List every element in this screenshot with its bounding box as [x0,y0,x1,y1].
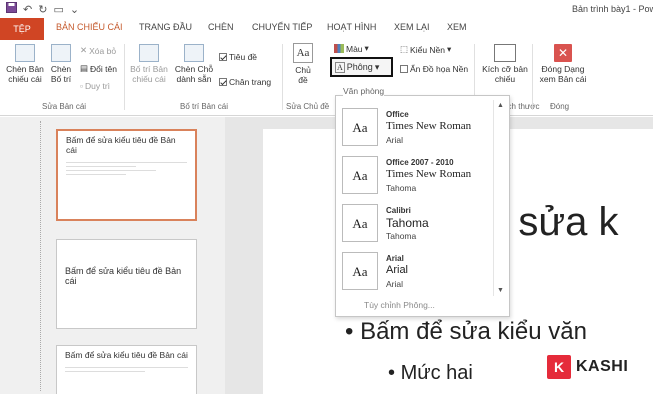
ribbon: Chèn Bản chiếu cái Chèn Bố trí ✕ Xóa bỏ ▤… [0,40,653,116]
font-option-calibri[interactable]: Aa Calibri Tahoma Tahoma [340,200,490,248]
rename-icon: ▤ [80,63,89,73]
thumbnail-title: Bấm để sửa kiểu tiêu đề Bản cái [65,266,182,286]
rename-button[interactable]: ▤ Đổi tên [80,63,117,74]
insert-placeholder-button[interactable]: Chèn Chỗ dành sẵn [172,44,216,84]
footer-checkbox[interactable]: Chân trang [219,77,271,87]
checkbox-icon [219,53,227,61]
font-preview-icon: Aa [342,252,378,290]
insert-slide-master-button[interactable]: Chèn Bản chiếu cái [3,44,47,84]
delete-button[interactable]: ✕ Xóa bỏ [80,45,116,56]
placeholder-icon [184,44,204,62]
font-option-office[interactable]: Aa Office Times New Roman Arial [340,104,490,152]
colors-button[interactable]: Màu ▾ [334,43,369,54]
chevron-down-icon: ▾ [364,43,369,53]
tab-slide-master[interactable]: BẢN CHIẾU CÁI [56,22,123,32]
slide-bullet-level2[interactable]: • Mức hai [388,362,473,385]
tab-insert[interactable]: CHÈN [208,22,234,32]
fonts-button[interactable]: A Phông ▾ [330,57,393,77]
kashi-logo: K KASHI [547,355,628,379]
tab-file[interactable]: TỆP [0,18,44,40]
ribbon-separator [532,44,533,110]
title-bar: ↶ ↻ ▭ ⌄ Bản trình bày1 - Pow [0,0,653,18]
font-option-arial[interactable]: Aa Arial Arial Arial [340,248,490,296]
font-option-office-2007[interactable]: Aa Office 2007 - 2010 Times New Roman Ta… [340,152,490,200]
chevron-down-icon: ▾ [374,61,380,72]
tab-animations[interactable]: HOẠT HÌNH [327,22,376,32]
group-label-theme: Sửa Chủ đề [286,102,330,111]
thumbnail-layout-content[interactable]: Bấm để sửa kiểu tiêu đề Bản cái [56,345,197,394]
group-label-close: Đóng [550,102,570,111]
chevron-down-icon: ▾ [447,44,452,54]
customize-fonts-link[interactable]: Tùy chỉnh Phông... [364,300,435,310]
tab-home[interactable]: TRANG ĐẦU [139,22,192,32]
ribbon-separator [282,44,283,110]
master-layout-icon [139,44,159,62]
slide-size-button[interactable]: Kích cỡ bản chiếu [481,44,529,84]
window-title: Bản trình bày1 - Pow [572,4,653,14]
thumbnail-line [66,162,187,163]
themes-button[interactable]: Aa Chủ đề [290,43,316,85]
insert-layout-button[interactable]: Chèn Bố trí [46,44,76,84]
thumbnail-layout-title[interactable]: Bấm để sửa kiểu tiêu đề Bản cái [56,239,197,329]
ribbon-separator [124,44,125,110]
dropdown-scrollbar[interactable]: ▲ ▼ [493,100,506,296]
slide-bullet-level1[interactable]: • Bấm để sửa kiểu văn [345,318,587,346]
checkbox-icon [400,65,408,73]
group-label-layout: Bố trí Bản cái [180,102,229,111]
thumbnail-title: Bấm để sửa kiểu tiêu đề Bản cái [65,350,188,360]
slideshow-icon[interactable]: ▭ [53,3,63,16]
hide-background-checkbox[interactable]: Ẩn Đồ họa Nền [400,64,468,74]
thumbnail-line [66,166,136,167]
kashi-logo-mark: K [547,355,571,379]
font-preview-icon: Aa [342,156,378,194]
layout-icon [51,44,71,62]
font-preview-icon: Aa [342,108,378,146]
undo-icon[interactable]: ↶ [23,3,32,16]
scroll-up-icon[interactable]: ▲ [497,102,504,109]
thumbnail-line [65,367,188,368]
tree-connector [40,121,41,391]
slide-thumbnail-pane: Bấm để sửa kiểu tiêu đề Bản cái Bấm để s… [0,117,225,394]
slide-master-icon [15,44,35,62]
tab-review[interactable]: XEM LẠI [394,22,430,32]
dropdown-header: Văn phòng [343,86,385,96]
font-preview-icon: Aa [342,204,378,242]
tab-transitions[interactable]: CHUYỂN TIẾP [252,22,312,32]
customize-qat-icon[interactable]: ⌄ [70,3,79,16]
redo-icon[interactable]: ↻ [38,3,47,16]
background-styles-icon: ⬚ [400,44,409,54]
close-icon: ✕ [554,44,572,62]
thumbnail-line [66,170,156,171]
preserve-button[interactable]: ▫ Duy trì [80,81,110,91]
close-master-view-button[interactable]: ✕ Đóng Dạng xem Bản cái [536,44,590,84]
thumbnail-title: Bấm để sửa kiểu tiêu đề Bản cái [66,135,176,155]
tab-view[interactable]: XEM [447,22,467,32]
fonts-icon: A [335,61,345,73]
title-checkbox[interactable]: Tiêu đề [219,52,257,62]
preserve-icon: ▫ [80,81,84,91]
delete-icon: ✕ [80,45,88,55]
quick-access-toolbar: ↶ ↻ ▭ ⌄ [6,2,79,16]
fonts-dropdown: Văn phòng Aa Office Times New Roman Aria… [335,86,510,317]
thumbnail-line [66,174,126,175]
checkbox-icon [219,78,227,86]
scroll-down-icon[interactable]: ▼ [497,287,504,294]
colors-icon [334,44,344,53]
slide-size-icon [494,44,516,62]
background-styles-button[interactable]: ⬚ Kiểu Nền ▾ [400,44,451,55]
theme-icon: Aa [293,43,313,63]
master-layout-button[interactable]: Bố trí Bản chiếu cái [127,44,171,84]
thumbnail-slide-master[interactable]: Bấm để sửa kiểu tiêu đề Bản cái [56,129,197,221]
kashi-logo-text: KASHI [576,358,629,375]
group-label-edit-master: Sửa Bản cái [42,102,87,111]
save-icon[interactable] [6,2,17,16]
thumbnail-line [65,371,145,372]
ribbon-tabs: TỆP BẢN CHIẾU CÁI TRANG ĐẦU CHÈN CHUYỂN … [0,18,653,40]
